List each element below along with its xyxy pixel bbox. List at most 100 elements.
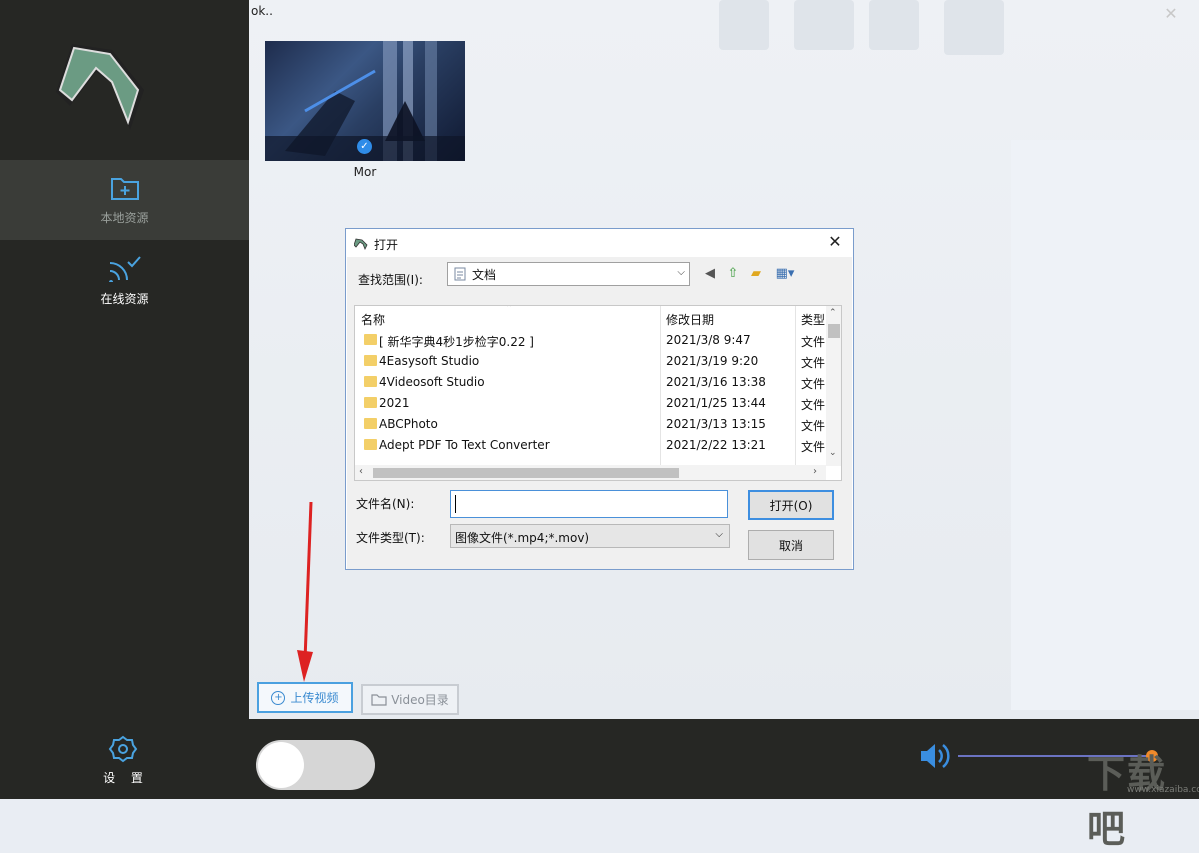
column-name[interactable]: 名称 <box>361 311 385 328</box>
sidebar-item-label: 本地资源 <box>100 209 148 226</box>
new-folder-icon[interactable]: ▰ <box>747 265 765 283</box>
sidebar: 本地资源 在线资源 设 置 <box>0 0 249 799</box>
file-name: 4Videosoft Studio <box>379 375 485 389</box>
filename-input[interactable] <box>450 490 728 518</box>
list-item[interactable]: 4Videosoft Studio 2021/3/16 13:38 文件 <box>355 372 841 393</box>
dialog-close-icon[interactable]: ✕ <box>823 231 847 253</box>
file-type: 文件 <box>801 396 825 413</box>
video-thumbnail[interactable]: ✓ <box>265 41 465 161</box>
folder-plus-icon <box>110 175 140 201</box>
list-item[interactable]: 4Easysoft Studio 2021/3/19 9:20 文件 <box>355 351 841 372</box>
list-item[interactable]: [ 新华字典4秒1步检字0.22 ] 2021/3/8 9:47 文件 <box>355 330 841 351</box>
file-list[interactable]: 名称 ⌃ 修改日期 类型 [ 新华字典4秒1步检字0.22 ] 2021/3/8… <box>354 305 842 481</box>
scrollbar-thumb[interactable] <box>373 468 679 478</box>
file-type: 文件 <box>801 375 825 392</box>
thumbnail-label: Mor <box>265 165 465 179</box>
back-icon[interactable]: ◀ <box>701 265 719 283</box>
folder-icon <box>364 418 377 429</box>
sidebar-item-label: 在线资源 <box>100 290 148 307</box>
wifi-check-icon <box>108 254 142 282</box>
file-date: 2021/3/19 9:20 <box>666 354 758 368</box>
background-blur <box>719 0 769 50</box>
file-date: 2021/1/25 13:44 <box>666 396 766 410</box>
app-logo <box>52 42 147 132</box>
file-date: 2021/2/22 13:21 <box>666 438 766 452</box>
video-directory-button[interactable]: Video目录 <box>361 684 459 715</box>
horizontal-scrollbar[interactable]: ‹ › <box>355 465 826 481</box>
settings-label: 设 置 <box>97 769 149 786</box>
look-in-dropdown[interactable]: 文档 ⌵ <box>447 262 690 286</box>
background-blur <box>944 0 1004 55</box>
background-panel <box>1011 140 1199 710</box>
file-date: 2021/3/16 13:38 <box>666 375 766 389</box>
selected-check-icon: ✓ <box>357 139 372 154</box>
chevron-down-icon: ⌵ <box>677 267 685 278</box>
scrollbar-thumb[interactable] <box>828 324 840 338</box>
text-caret <box>455 495 456 513</box>
cancel-button[interactable]: 取消 <box>748 530 834 560</box>
folder-icon <box>364 334 377 345</box>
scroll-up-icon[interactable]: ⌃ <box>829 308 837 318</box>
upload-video-button[interactable]: + 上传视频 <box>257 682 353 713</box>
upload-video-label: 上传视频 <box>290 689 338 706</box>
toggle-knob[interactable] <box>258 742 304 788</box>
file-type: 文件 <box>801 438 825 455</box>
file-list-header: 名称 ⌃ 修改日期 类型 <box>355 306 842 330</box>
view-menu-icon[interactable]: ▦▾ <box>771 265 799 283</box>
file-name: [ 新华字典4秒1步检字0.22 ] <box>379 333 534 350</box>
filetype-value: 图像文件(*.mp4;*.mov) <box>455 529 589 546</box>
list-item[interactable]: Adept PDF To Text Converter 2021/2/22 13… <box>355 435 841 456</box>
file-date: 2021/3/13 13:15 <box>666 417 766 431</box>
open-button[interactable]: 打开(O) <box>748 490 834 520</box>
video-directory-label: Video目录 <box>391 691 449 708</box>
file-date: 2021/3/8 9:47 <box>666 333 751 347</box>
file-name: 4Easysoft Studio <box>379 354 479 368</box>
column-date[interactable]: 修改日期 <box>666 311 714 328</box>
cancel-button-label: 取消 <box>779 537 803 554</box>
file-type: 文件 <box>801 417 825 434</box>
watermark-logo: 下载吧 <box>1087 743 1199 853</box>
toggle-switch[interactable] <box>256 740 375 790</box>
open-file-dialog: 打开 ✕ 查找范围(I): 文档 ⌵ ◀ ⇧ ▰ ▦▾ 名称 ⌃ 修改日期 类型 <box>345 228 854 570</box>
settings-icon <box>108 735 138 763</box>
vertical-scrollbar[interactable]: ⌃ ⌄ <box>826 306 842 466</box>
folder-icon <box>364 376 377 387</box>
filetype-dropdown[interactable]: 图像文件(*.mp4;*.mov) ⌵ <box>450 524 730 548</box>
folder-icon <box>364 397 377 408</box>
sort-up-icon: ⌃ <box>505 305 513 314</box>
filetype-label: 文件类型(T): <box>356 529 425 546</box>
file-name: 2021 <box>379 396 410 410</box>
list-item[interactable]: ABCPhoto 2021/3/13 13:15 文件 <box>355 414 841 435</box>
column-type[interactable]: 类型 <box>801 311 825 328</box>
file-name: Adept PDF To Text Converter <box>379 438 550 452</box>
look-in-label: 查找范围(I): <box>358 271 423 288</box>
sidebar-item-online[interactable]: 在线资源 <box>0 240 249 320</box>
watermark-url: www.xiazaiba.com <box>1127 785 1199 795</box>
scroll-left-icon[interactable]: ‹ <box>359 466 363 477</box>
list-item[interactable]: 2021 2021/1/25 13:44 文件 <box>355 393 841 414</box>
open-button-label: 打开(O) <box>770 497 813 514</box>
folder-icon <box>364 355 377 366</box>
dialog-titlebar: 打开 <box>354 233 398 255</box>
scroll-down-icon[interactable]: ⌄ <box>829 448 837 458</box>
app-logo-icon <box>354 238 368 250</box>
filename-label: 文件名(N): <box>356 495 414 512</box>
volume-icon[interactable] <box>919 741 953 771</box>
background-blur <box>869 0 919 50</box>
up-folder-icon[interactable]: ⇧ <box>724 265 742 283</box>
annotation-arrow <box>289 500 319 686</box>
settings-button[interactable]: 设 置 <box>90 735 156 791</box>
file-name: ABCPhoto <box>379 417 438 431</box>
document-icon <box>454 267 466 281</box>
bottom-bar: 下载吧 www.xiazaiba.com <box>249 719 1199 799</box>
chevron-down-icon: ⌵ <box>715 529 723 540</box>
close-icon[interactable]: ✕ <box>1163 6 1179 22</box>
scroll-right-icon[interactable]: › <box>813 466 817 477</box>
file-type: 文件 <box>801 333 825 350</box>
background-blur <box>794 0 854 50</box>
sidebar-item-local[interactable]: 本地资源 <box>0 160 249 240</box>
dialog-body: 查找范围(I): 文档 ⌵ ◀ ⇧ ▰ ▦▾ 名称 ⌃ 修改日期 类型 [ 新 <box>347 257 852 569</box>
folder-icon <box>371 693 387 706</box>
file-type: 文件 <box>801 354 825 371</box>
dialog-title: 打开 <box>374 236 398 253</box>
